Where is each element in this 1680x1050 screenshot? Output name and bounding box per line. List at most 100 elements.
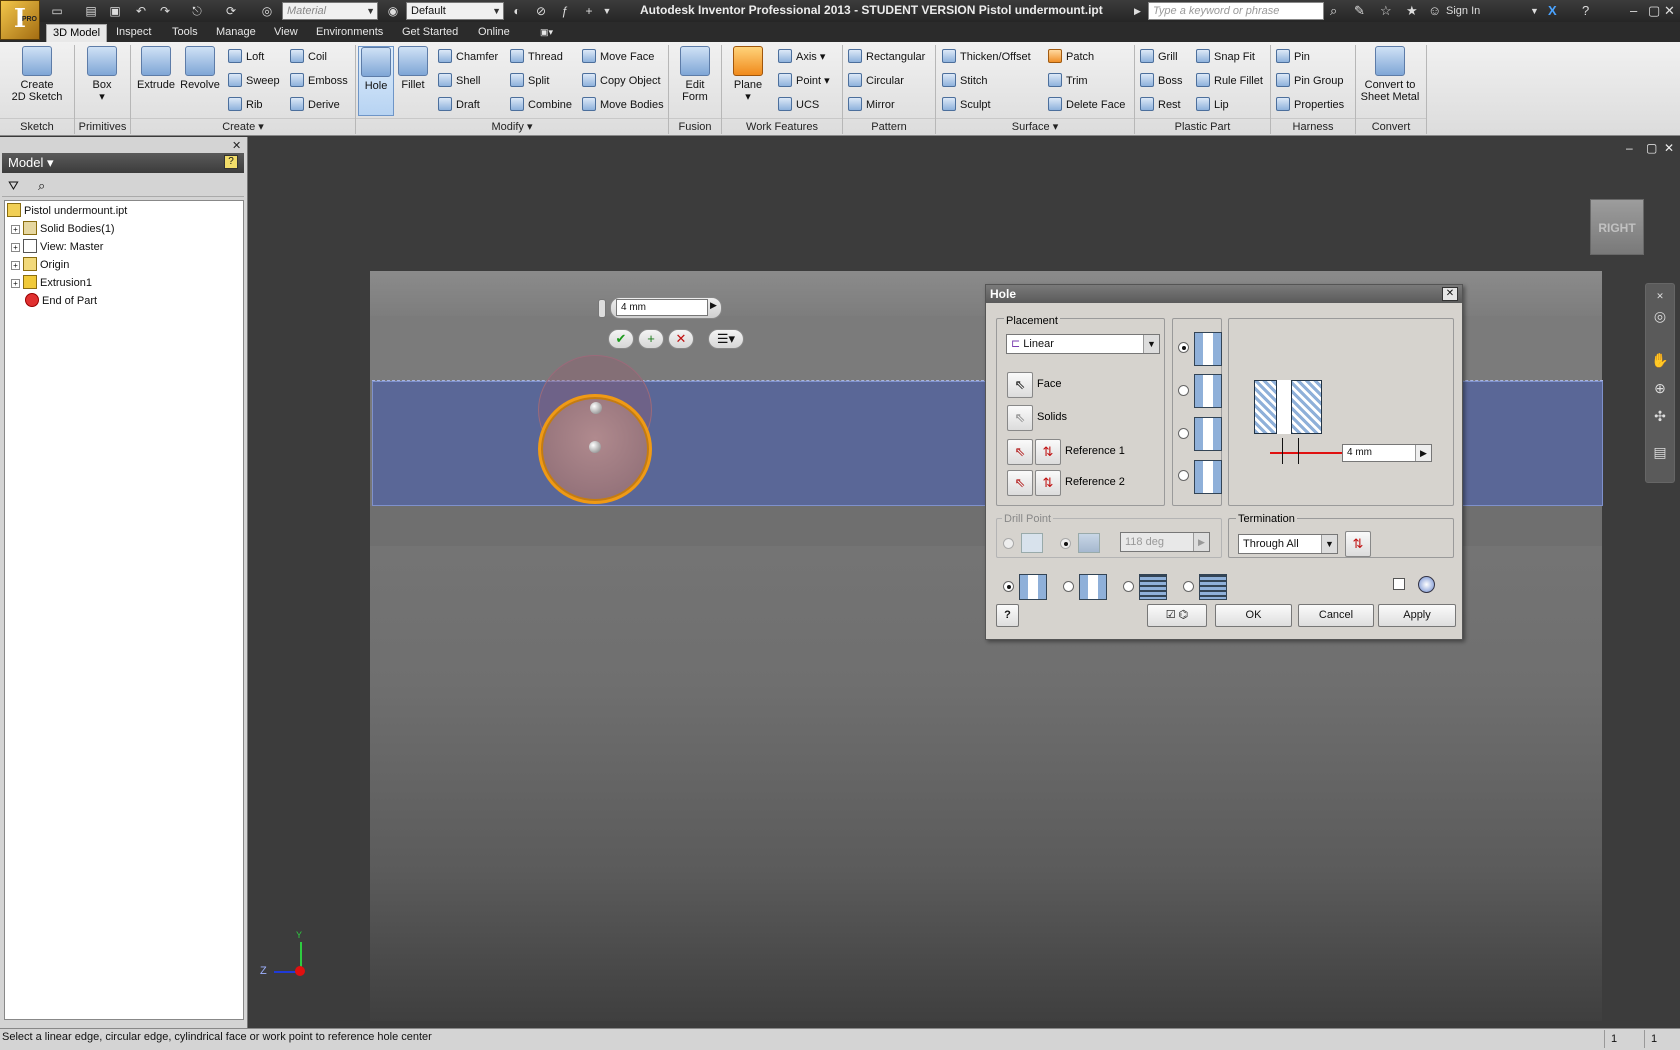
- reference1-select-button[interactable]: ⇖: [1007, 439, 1033, 465]
- mirror-button[interactable]: Mirror: [848, 96, 895, 116]
- fx-icon[interactable]: ƒ: [556, 3, 574, 19]
- coil-button[interactable]: Coil: [290, 48, 327, 68]
- redo-icon[interactable]: ↷: [156, 3, 174, 19]
- restore-doc-icon[interactable]: ▢: [1646, 141, 1657, 155]
- mini-diameter-input[interactable]: 4 mm: [616, 299, 708, 316]
- delete-face-button[interactable]: Delete Face: [1048, 96, 1125, 116]
- update-icon[interactable]: ⟳: [222, 3, 240, 19]
- taper-tapped-hole-radio[interactable]: [1183, 581, 1194, 592]
- reference1-flip-button[interactable]: ⇅: [1035, 439, 1061, 465]
- solids-select-button[interactable]: ⇖: [1007, 405, 1033, 431]
- tab-3d-model[interactable]: 3D Model: [46, 24, 108, 42]
- adjust-icon[interactable]: ◐: [508, 3, 526, 19]
- grill-button[interactable]: Grill: [1140, 48, 1178, 68]
- view-cube[interactable]: RIGHT: [1590, 199, 1644, 255]
- tree-node-solid-bodies[interactable]: + Solid Bodies(1): [5, 220, 115, 238]
- find-icon[interactable]: ⌕: [38, 178, 45, 194]
- sweep-button[interactable]: Sweep: [228, 72, 280, 92]
- tab-get-started[interactable]: Get Started: [396, 24, 464, 42]
- mini-ok-button[interactable]: ✔: [608, 329, 634, 349]
- preview-toggle-button[interactable]: ☑ ⌬: [1147, 604, 1207, 627]
- tab-inspect[interactable]: Inspect: [110, 24, 157, 42]
- save-icon[interactable]: ▣: [106, 3, 124, 19]
- add-icon[interactable]: +: [580, 3, 598, 19]
- clearance-hole-radio[interactable]: [1063, 581, 1074, 592]
- restore-window-icon[interactable]: ▢: [1648, 3, 1660, 19]
- extrude-button[interactable]: Extrude: [134, 46, 178, 91]
- copy-object-button[interactable]: Copy Object: [582, 72, 661, 92]
- ifeature-checkbox[interactable]: [1393, 578, 1405, 590]
- pin-button[interactable]: Pin: [1276, 48, 1310, 68]
- simple-hole-radio[interactable]: [1003, 581, 1014, 592]
- tab-manage[interactable]: Manage: [210, 24, 262, 42]
- rib-button[interactable]: Rib: [228, 96, 263, 116]
- expand-icon[interactable]: +: [11, 225, 20, 234]
- patch-button[interactable]: Patch: [1048, 48, 1094, 68]
- shell-button[interactable]: Shell: [438, 72, 480, 92]
- thicken-offset-button[interactable]: Thicken/Offset: [942, 48, 1031, 68]
- tree-node-view-master[interactable]: + View: Master: [5, 238, 103, 256]
- fillet-button[interactable]: Fillet: [396, 46, 430, 91]
- split-button[interactable]: Split: [510, 72, 549, 92]
- countersink-radio[interactable]: [1178, 470, 1189, 481]
- thread-button[interactable]: Thread: [510, 48, 563, 68]
- tab-view[interactable]: View: [268, 24, 304, 42]
- zoom-icon[interactable]: ⊕: [1650, 378, 1670, 398]
- appearance-dropdown[interactable]: Default ▼: [406, 2, 504, 20]
- binoculars-icon[interactable]: ⌕: [1330, 3, 1337, 19]
- face-select-button[interactable]: ⇖: [1007, 372, 1033, 398]
- chamfer-button[interactable]: Chamfer: [438, 48, 498, 68]
- point-button[interactable]: Point ▾: [778, 72, 830, 92]
- lip-button[interactable]: Lip: [1196, 96, 1229, 116]
- tab-online[interactable]: Online: [472, 24, 516, 42]
- placement-dropdown[interactable]: ⊏ Linear ▼: [1006, 334, 1160, 354]
- return-icon[interactable]: ⎋: [188, 3, 206, 19]
- close-browser-icon[interactable]: ✕: [232, 139, 241, 152]
- play-icon[interactable]: ▶: [710, 300, 717, 311]
- drill-angle-input[interactable]: 118 deg ▶: [1120, 532, 1210, 552]
- group-label-create[interactable]: Create ▾: [131, 118, 355, 134]
- ribbon-options-icon[interactable]: ▣▾: [534, 24, 559, 42]
- counterbore-radio[interactable]: [1178, 385, 1189, 396]
- properties-button[interactable]: Properties: [1276, 96, 1344, 116]
- orbit-icon[interactable]: ✣: [1650, 406, 1670, 426]
- circular-pattern-button[interactable]: Circular: [848, 72, 904, 92]
- tab-environments[interactable]: Environments: [310, 24, 389, 42]
- revolve-button[interactable]: Revolve: [178, 46, 222, 91]
- expand-icon[interactable]: +: [11, 279, 20, 288]
- tools-icon[interactable]: ✎: [1354, 3, 1365, 19]
- tree-node-origin[interactable]: + Origin: [5, 256, 69, 274]
- group-label-surface[interactable]: Surface ▾: [936, 118, 1134, 134]
- termination-flip-button[interactable]: ⇅: [1345, 531, 1371, 557]
- filter-icon[interactable]: ⛛: [8, 178, 19, 194]
- browser-title-dropdown[interactable]: Model ▾: [2, 153, 244, 173]
- tab-tools[interactable]: Tools: [166, 24, 204, 42]
- hole-center-point[interactable]: [590, 402, 602, 414]
- undo-icon[interactable]: ↶: [132, 3, 150, 19]
- close-doc-icon[interactable]: ✕: [1664, 141, 1674, 155]
- draft-button[interactable]: Draft: [438, 96, 480, 116]
- convert-to-sheet-metal-button[interactable]: Convert to Sheet Metal: [1358, 46, 1422, 103]
- pan-icon[interactable]: ✋: [1650, 350, 1670, 370]
- angle-drill-radio[interactable]: [1060, 538, 1071, 549]
- chevron-down-icon[interactable]: ▼: [1530, 3, 1539, 19]
- sculpt-button[interactable]: Sculpt: [942, 96, 991, 116]
- plane-button[interactable]: Plane ▾: [726, 46, 770, 103]
- steering-wheel-icon[interactable]: ◎: [1650, 306, 1670, 326]
- mini-cancel-button[interactable]: ✕: [668, 329, 694, 349]
- close-navbar-icon[interactable]: ✕: [1650, 286, 1670, 306]
- dialog-help-button[interactable]: ?: [996, 604, 1019, 627]
- box-button[interactable]: Box ▾: [80, 46, 124, 103]
- group-label-modify[interactable]: Modify ▾: [356, 118, 668, 134]
- tree-node-extrusion1[interactable]: + Extrusion1: [5, 274, 92, 292]
- sign-in-link[interactable]: Sign In: [1446, 3, 1480, 19]
- diameter-input[interactable]: 4 mm ▶: [1342, 444, 1432, 462]
- look-at-icon[interactable]: ▤: [1650, 442, 1670, 462]
- clear-icon[interactable]: ⊘: [532, 3, 550, 19]
- minimize-doc-icon[interactable]: –: [1626, 141, 1633, 155]
- help-icon[interactable]: ?: [1582, 3, 1589, 19]
- mini-toolbar-grip[interactable]: [598, 299, 606, 318]
- expand-icon[interactable]: +: [11, 261, 20, 270]
- pin-group-button[interactable]: Pin Group: [1276, 72, 1344, 92]
- new-file-icon[interactable]: ▭: [48, 3, 66, 19]
